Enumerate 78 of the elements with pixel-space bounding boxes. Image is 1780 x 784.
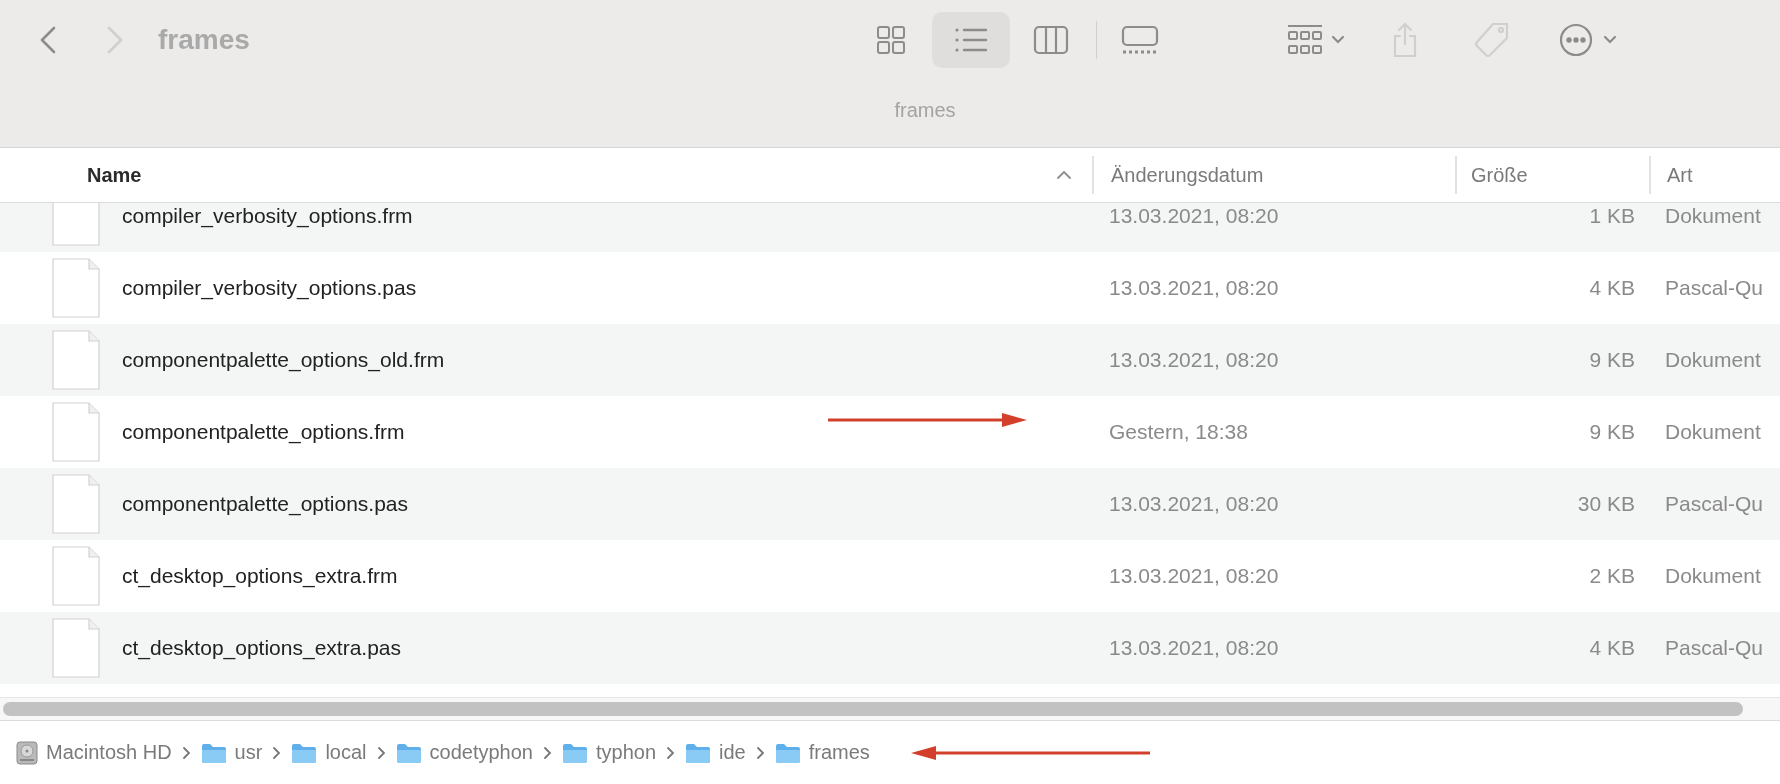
document-icon (52, 474, 100, 534)
group-button[interactable] (1286, 24, 1345, 56)
more-icon (1558, 23, 1593, 57)
file-kind: Dokument (1665, 204, 1761, 227)
modified-date: 13.03.2021, 08:20 (1109, 492, 1279, 516)
file-size: 2 KB (1589, 564, 1635, 587)
column-header[interactable]: Name (0, 156, 1092, 194)
modified-date: 13.03.2021, 08:20 (1109, 636, 1279, 660)
path-item[interactable]: Macintosh HD (16, 740, 172, 765)
column-header[interactable]: Größe (1455, 156, 1649, 194)
file-size: 30 KB (1577, 492, 1635, 515)
file-size: 4 KB (1589, 276, 1635, 299)
folder-icon (561, 741, 588, 764)
modified-date: Gestern, 18:38 (1109, 420, 1248, 444)
hard-drive-icon (16, 740, 38, 765)
columns-icon (1032, 25, 1069, 55)
folder-icon (200, 741, 227, 764)
folder-icon (685, 741, 712, 764)
path-title: frames (894, 99, 956, 122)
caret-icon (1602, 35, 1617, 45)
document-icon (52, 618, 100, 678)
file-kind: Dokument (1665, 348, 1761, 371)
file-kind: Dokument (1665, 564, 1761, 587)
folder-icon (291, 741, 318, 764)
sort-caret-icon (1056, 170, 1072, 180)
path-item[interactable]: frames (774, 741, 870, 764)
modified-date: 13.03.2021, 08:20 (1109, 204, 1279, 228)
modified-date: 13.03.2021, 08:20 (1109, 348, 1279, 372)
file-name: componentpalette_options.pas (122, 492, 409, 516)
chevron-icon (542, 745, 552, 760)
path-item[interactable]: ide (685, 741, 746, 764)
file-kind: Pascal-Qu (1665, 636, 1764, 659)
chevron-icon (755, 745, 765, 760)
file-kind: Dokument (1665, 420, 1761, 443)
column-header[interactable]: Änderungsdatum (1092, 156, 1455, 194)
folder-icon (774, 741, 801, 764)
file-name: compiler_verbosity_options.frm (122, 204, 413, 228)
modified-date: 13.03.2021, 08:20 (1109, 276, 1279, 300)
file-row[interactable]: componentpalette_options_old.frm 13.03.2021, 08:20 9 KB Dokument (0, 324, 1780, 396)
chevron-icon (666, 745, 676, 760)
list-view-button[interactable] (931, 12, 1010, 68)
file-row[interactable]: ct_desktop_options_extra.pas 13.03.2021, 08:20 4 KB Pascal-Qu (0, 612, 1780, 684)
file-name: compiler_verbosity_options.pas (122, 276, 417, 300)
file-row[interactable]: componentpalette_options.pas 13.03.2021, 08:20 30 KB Pascal-Qu (0, 468, 1780, 540)
document-icon (52, 546, 100, 606)
column-header[interactable]: Art (1649, 156, 1780, 194)
file-name: ct_desktop_options_extra.pas (122, 636, 402, 660)
file-row[interactable]: compiler_verbosity_options.frm 13.03.2021, 08:20 1 KB Dokument (0, 203, 1780, 252)
document-icon (52, 330, 100, 390)
path-item[interactable]: local (291, 741, 367, 764)
folder-icon (395, 741, 422, 764)
scrollbar-thumb[interactable] (3, 702, 1743, 716)
path-item[interactable]: typhon (561, 741, 657, 764)
chevron-icon (181, 745, 191, 760)
file-size: 4 KB (1589, 636, 1635, 659)
file-name: ct_desktop_options_extra.frm (122, 564, 398, 588)
grid-icon (875, 25, 906, 55)
file-kind: Pascal-Qu (1665, 492, 1764, 515)
file-size: 9 KB (1589, 420, 1635, 443)
file-name: componentpalette_options_old.frm (122, 348, 445, 372)
gallery-icon (1120, 25, 1159, 55)
modified-date: 13.03.2021, 08:20 (1109, 564, 1279, 588)
chevron-icon (272, 745, 282, 760)
grid-icon (1286, 24, 1323, 56)
file-kind: Pascal-Qu (1665, 276, 1764, 299)
file-size: 9 KB (1589, 348, 1635, 371)
caret-icon (1330, 35, 1345, 45)
path-item[interactable]: usr (200, 741, 263, 764)
path-item[interactable]: codetyphon (395, 741, 533, 764)
list-icon (953, 27, 988, 53)
window-title: frames (158, 24, 250, 56)
file-size: 1 KB (1589, 204, 1635, 227)
chevron-icon (376, 745, 386, 760)
file-name: componentpalette_options.frm (122, 420, 405, 444)
back-chevron-icon[interactable] (38, 25, 58, 55)
document-icon (52, 402, 100, 462)
more-button[interactable] (1558, 23, 1617, 57)
document-icon (52, 258, 100, 318)
